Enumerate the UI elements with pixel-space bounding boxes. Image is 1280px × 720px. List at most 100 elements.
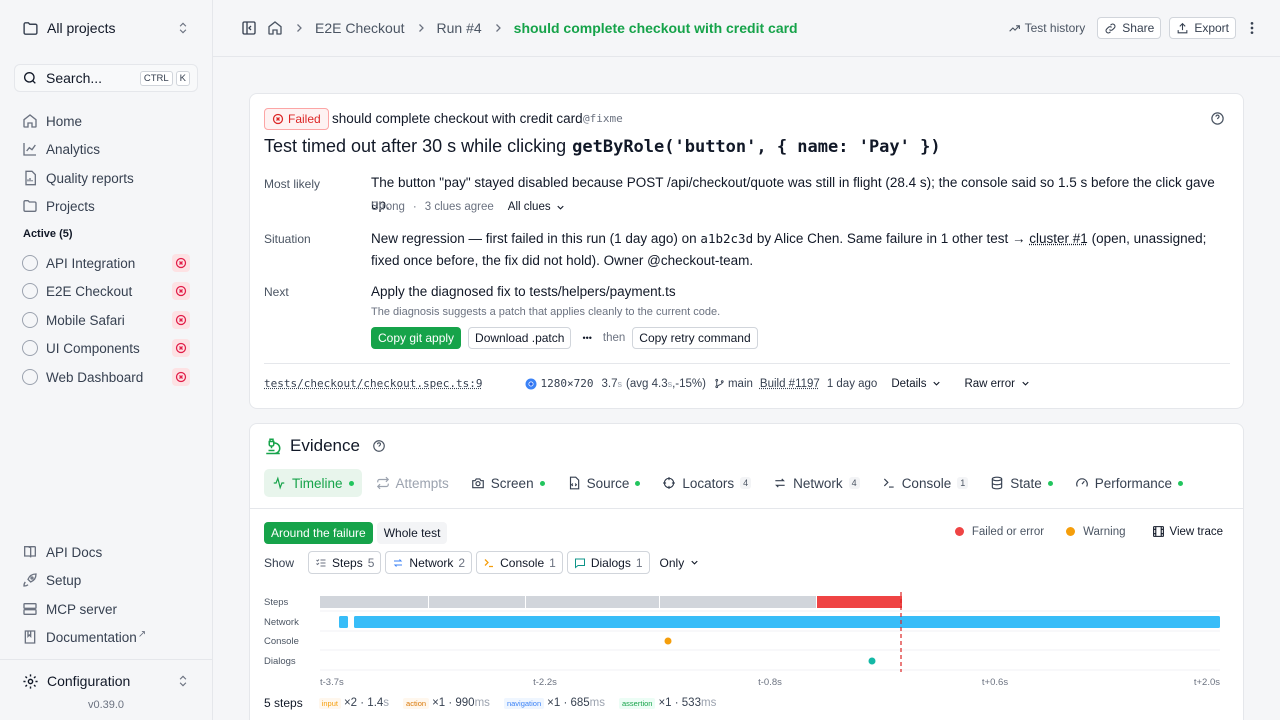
sidebar-item-api-docs[interactable]: API Docs — [22, 542, 102, 562]
export-button[interactable]: Export — [1169, 17, 1236, 39]
tabs-divider — [250, 508, 1244, 509]
only-dropdown[interactable]: Only — [660, 556, 701, 570]
tab-status-dot — [1048, 481, 1053, 486]
view-trace-button[interactable]: View trace — [1152, 525, 1223, 538]
sidebar-item-home[interactable]: Home — [22, 111, 82, 131]
step-bar[interactable] — [429, 596, 525, 608]
sidebar-item-mcp-server[interactable]: MCP server — [22, 599, 117, 619]
tab-label: Screen — [491, 476, 534, 491]
terminal-icon — [882, 476, 896, 490]
tab-performance[interactable]: Performance — [1067, 469, 1191, 497]
all-clues-button[interactable]: All clues — [508, 201, 566, 213]
project-item[interactable]: Web Dashboard — [22, 367, 190, 387]
status-circle-icon — [22, 369, 38, 385]
tab-label: Locators — [682, 476, 734, 491]
project-item[interactable]: API Integration — [22, 253, 190, 273]
chrome-icon — [525, 378, 537, 390]
status-circle-icon — [22, 283, 38, 299]
step-bar[interactable] — [660, 596, 816, 608]
search-button[interactable]: Search... CTRL K — [14, 64, 198, 92]
version-label: v0.39.0 — [0, 699, 212, 711]
project-item[interactable]: E2E Checkout — [22, 281, 190, 301]
gauge-icon — [1075, 476, 1089, 490]
around-failure-button[interactable]: Around the failure — [264, 522, 373, 544]
legend-warning-label: Warning — [1083, 526, 1125, 538]
failed-x-icon — [172, 254, 190, 272]
breadcrumb: E2E Checkout Run #4 should complete chec… — [241, 18, 798, 38]
console-warning-marker[interactable] — [665, 638, 672, 645]
cluster-link[interactable]: cluster #1 — [1029, 231, 1088, 246]
evidence-tabs: Timeline Attempts Screen Source Locators… — [264, 469, 1191, 497]
failed-x-icon — [272, 113, 284, 125]
more-vertical-icon[interactable] — [1244, 20, 1260, 36]
situation-part: by Alice Chen. Same failure in 1 other t… — [757, 231, 1026, 246]
raw-error-button[interactable]: Raw error — [964, 378, 1030, 390]
tab-state[interactable]: State — [982, 469, 1061, 497]
search-icon — [22, 70, 38, 86]
network-request-bar[interactable] — [339, 616, 348, 628]
chevron-updown-icon — [176, 21, 190, 35]
project-item-label: Web Dashboard — [46, 370, 143, 385]
filter-network[interactable]: Network 2 — [385, 551, 472, 574]
page-title: Test timed out after 30 s while clicking… — [264, 136, 941, 157]
breadcrumb-run[interactable]: Run #4 — [437, 20, 482, 36]
more-actions-button[interactable]: ••• — [582, 333, 591, 343]
step-bar[interactable] — [526, 596, 659, 608]
filter-console[interactable]: Console 1 — [476, 551, 563, 574]
configuration-button[interactable]: Configuration — [22, 670, 190, 692]
download-patch-button[interactable]: Download .patch — [468, 327, 571, 349]
timeline-tick-label: t-0.8s — [758, 677, 782, 688]
failed-step-bar[interactable] — [817, 596, 902, 608]
database-icon — [990, 476, 1004, 490]
project-selector[interactable]: All projects — [22, 17, 190, 39]
tab-locators[interactable]: Locators 4 — [654, 469, 759, 497]
sidebar-item-setup[interactable]: Setup — [22, 570, 81, 590]
sidebar-item-label: API Docs — [46, 545, 102, 560]
clues-agree: 3 clues agree — [425, 201, 494, 213]
filter-dialogs[interactable]: Dialogs 1 — [567, 551, 650, 574]
step-kind-badge: assertion — [619, 698, 655, 709]
help-icon[interactable] — [372, 439, 386, 453]
tab-attempts[interactable]: Attempts — [368, 469, 457, 497]
project-item[interactable]: UI Components — [22, 338, 190, 358]
network-request-bar[interactable] — [354, 616, 1220, 628]
sidebar-item-label: Home — [46, 114, 82, 129]
tab-network[interactable]: Network 4 — [765, 469, 868, 497]
sidebar-item-analytics[interactable]: Analytics — [22, 139, 100, 159]
sidebar-item-quality-reports[interactable]: Quality reports — [22, 168, 134, 188]
copy-retry-button[interactable]: Copy retry command — [632, 327, 757, 349]
tab-timeline[interactable]: Timeline — [264, 469, 362, 497]
breadcrumb-project[interactable]: E2E Checkout — [315, 20, 405, 36]
copy-git-apply-button[interactable]: Copy git apply — [371, 327, 461, 349]
dialog-marker[interactable] — [869, 658, 876, 665]
share-button[interactable]: Share — [1097, 17, 1161, 39]
sidebar-toggle-icon[interactable] — [241, 20, 257, 36]
help-icon[interactable] — [1210, 111, 1225, 126]
folder-icon — [22, 198, 38, 214]
test-history-link[interactable]: Test history — [1004, 17, 1090, 39]
filter-steps[interactable]: Steps 5 — [308, 551, 381, 574]
sidebar-item-label: Quality reports — [46, 171, 134, 186]
legend-failed-label: Failed or error — [972, 526, 1044, 538]
home-icon[interactable] — [267, 20, 283, 36]
link-icon — [1104, 22, 1117, 35]
tab-console[interactable]: Console 1 — [874, 469, 977, 497]
tab-source[interactable]: Source — [559, 469, 649, 497]
details-button[interactable]: Details — [891, 378, 942, 390]
trend-icon — [1008, 22, 1021, 35]
whole-test-button[interactable]: Whole test — [377, 522, 448, 544]
sidebar-item-documentation[interactable]: Documentation ↗ — [22, 627, 146, 647]
step-bar[interactable] — [320, 596, 428, 608]
build-link[interactable]: Build #1197 — [760, 378, 820, 390]
spec-file-link[interactable]: tests/checkout/checkout.spec.ts:9 — [264, 377, 483, 390]
step-kind-stats: ×2 · 1.4 — [344, 697, 383, 709]
sidebar-item-projects[interactable]: Projects — [22, 196, 95, 216]
strength-label: Strong — [371, 201, 405, 213]
clue-summary: Strong · 3 clues agree All clues — [371, 201, 566, 213]
timeline-tick-label: t-2.2s — [533, 677, 557, 688]
tab-screen[interactable]: Screen — [463, 469, 553, 497]
test-history-label: Test history — [1025, 21, 1086, 35]
project-item[interactable]: Mobile Safari — [22, 310, 190, 330]
step-kind-stats: ×1 · 685 — [547, 697, 590, 709]
film-icon — [1152, 525, 1165, 538]
